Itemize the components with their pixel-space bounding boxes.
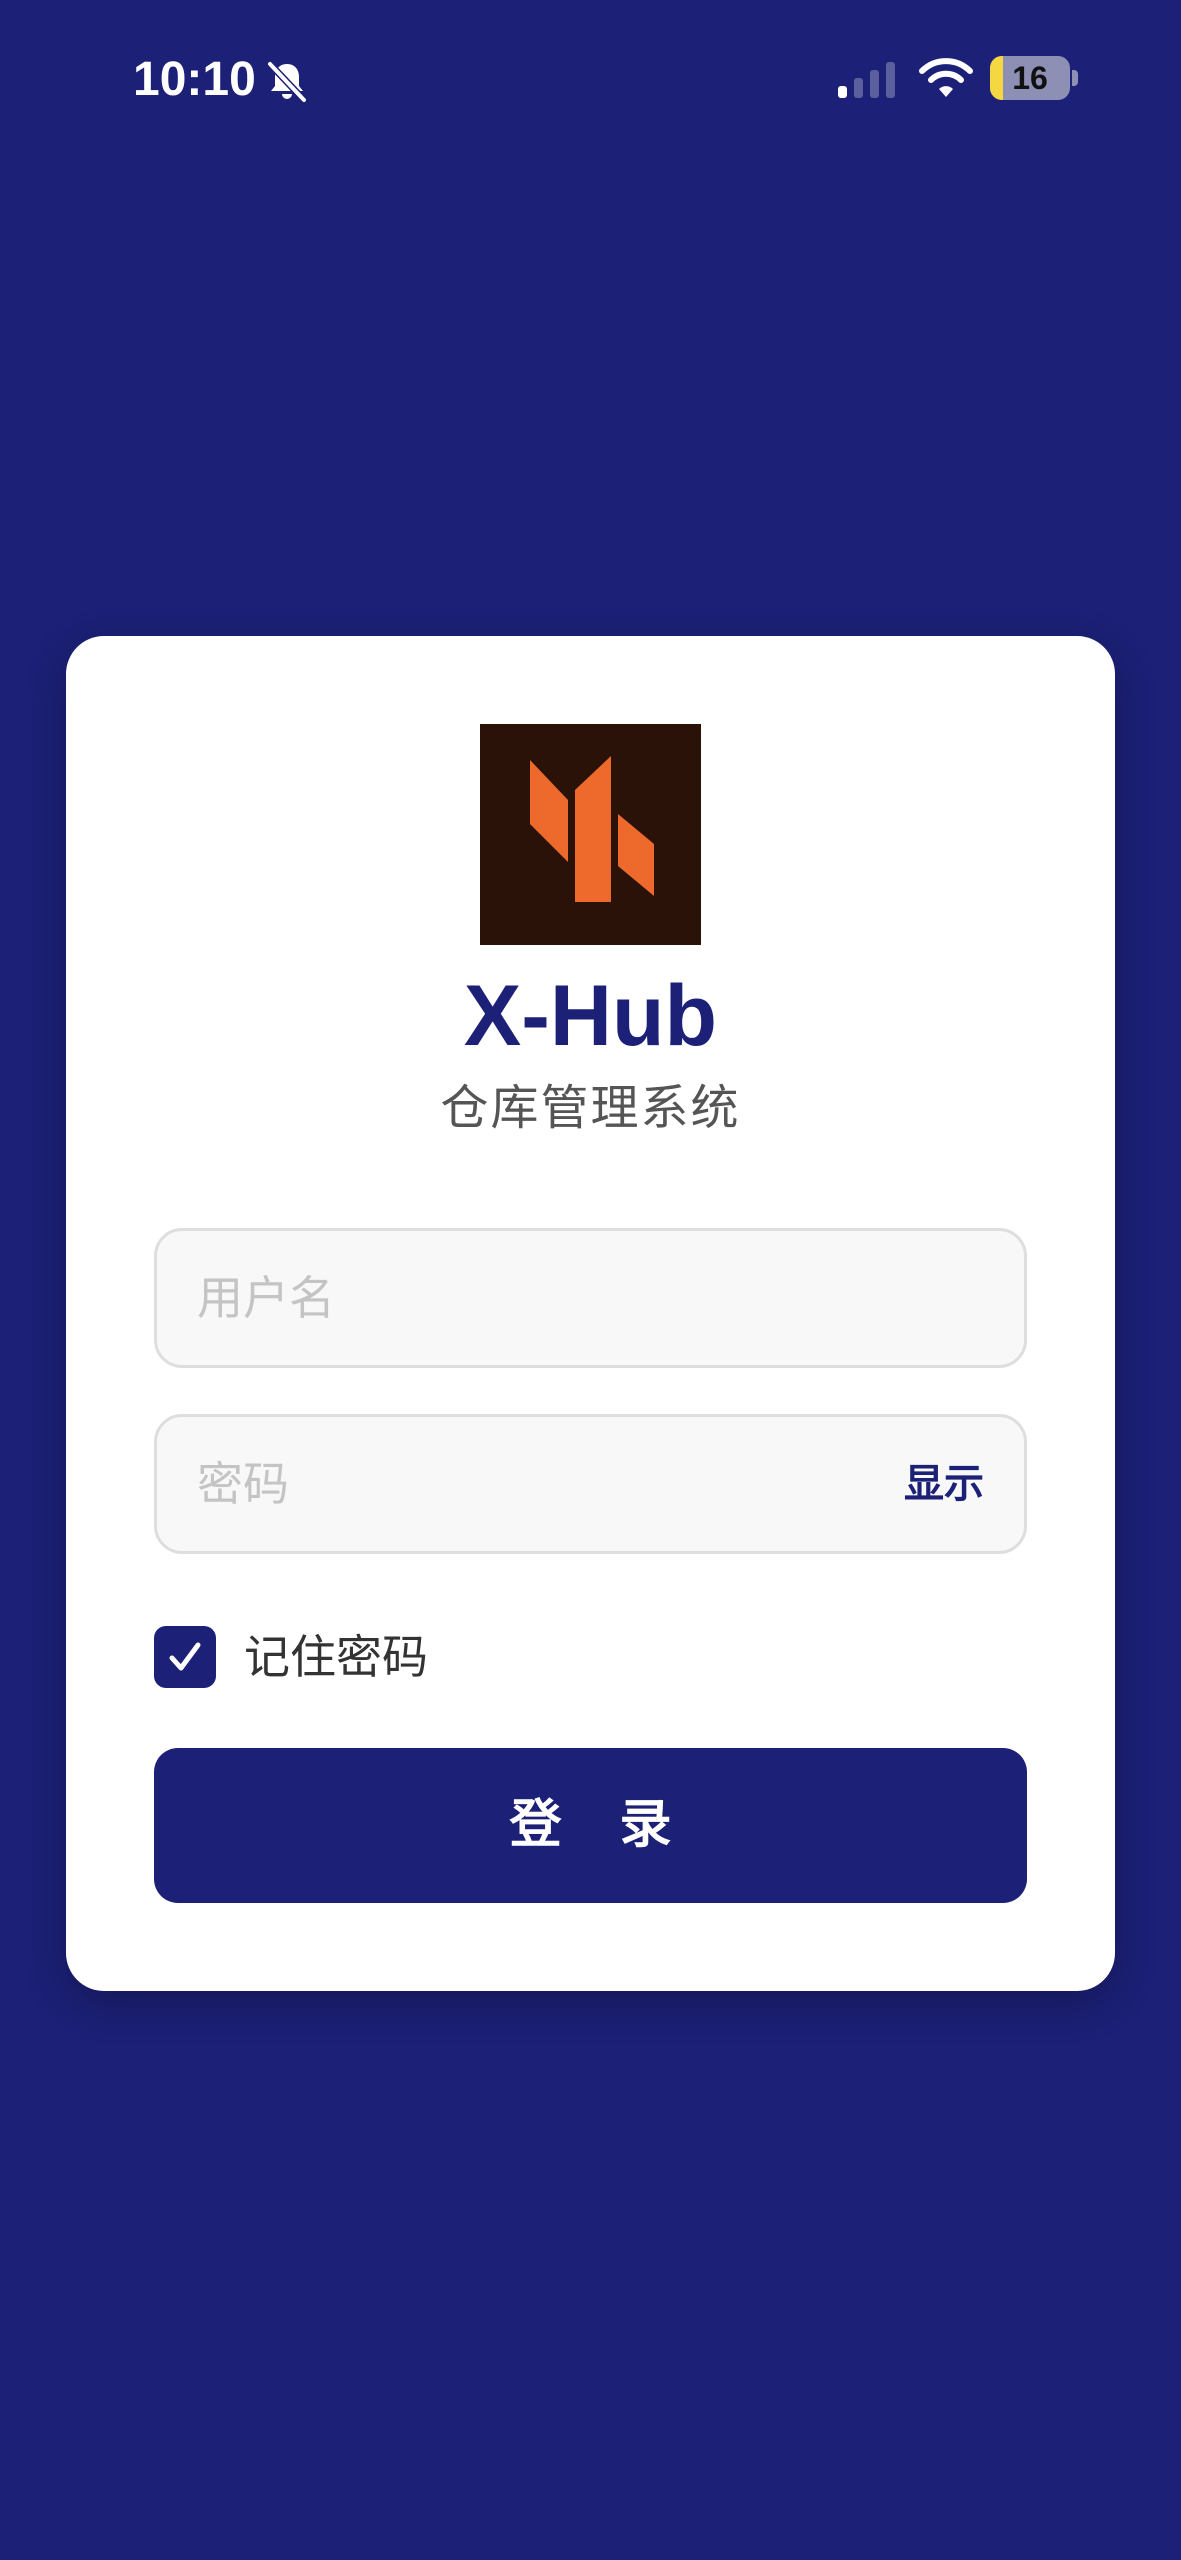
app-name: X-Hub: [463, 968, 718, 1064]
app-subtitle: 仓库管理系统: [440, 1080, 741, 1136]
remember-password-checkbox[interactable]: [154, 1626, 216, 1688]
wifi-icon: [919, 58, 973, 97]
password-input[interactable]: [197, 1417, 877, 1551]
login-card: X-Hub 仓库管理系统 显示 记住密码 登 录: [66, 636, 1115, 1991]
username-input[interactable]: [197, 1231, 877, 1365]
remember-password-row[interactable]: 记住密码: [154, 1626, 754, 1688]
bell-slash-icon: [266, 60, 308, 104]
status-time: 10:10: [133, 53, 256, 106]
show-password-button[interactable]: 显示: [904, 1417, 984, 1551]
x-hub-logo: [480, 724, 701, 945]
cellular-signal-icon: [838, 62, 895, 98]
remember-password-label: 记住密码: [244, 1630, 428, 1684]
password-field: 显示: [154, 1414, 1027, 1554]
checkmark-icon: [169, 1642, 201, 1671]
username-field: [154, 1228, 1027, 1368]
battery-level: 16: [1012, 60, 1048, 96]
battery-indicator: 16: [990, 56, 1078, 100]
login-button[interactable]: 登 录: [154, 1748, 1027, 1903]
